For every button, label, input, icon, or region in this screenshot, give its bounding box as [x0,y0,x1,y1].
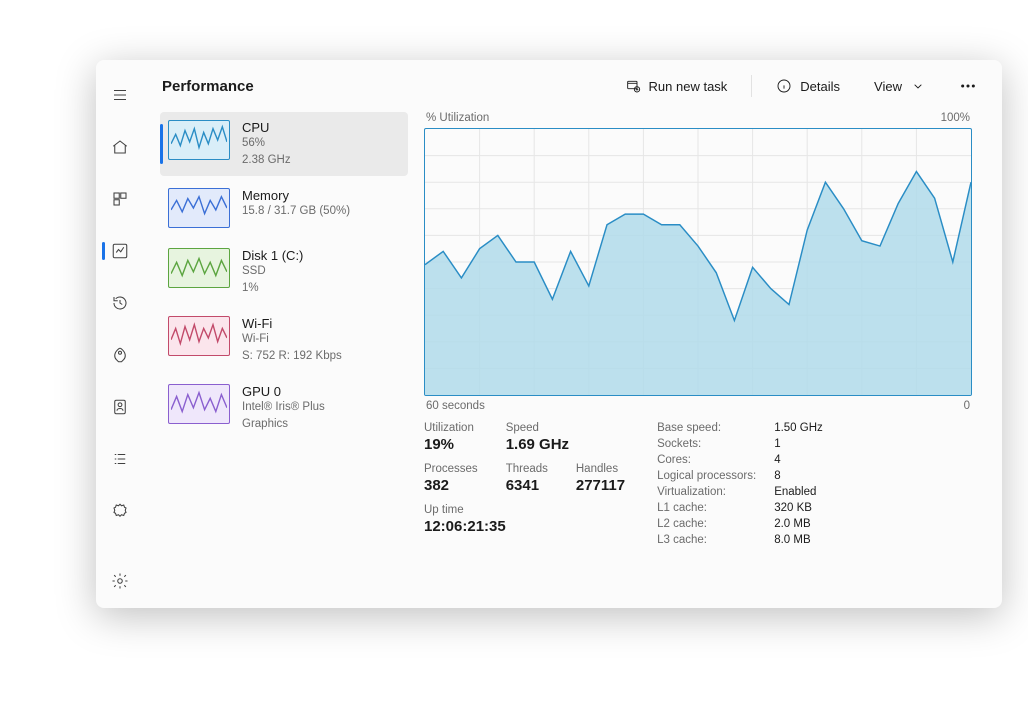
stats-left: Utilization 19% Speed 1.69 GHz Processes… [424,422,625,546]
chart-ylabel: % Utilization [426,112,489,124]
processes-icon[interactable] [100,182,140,216]
stat-value: 1 [774,438,823,450]
sidebar-item-label: Disk 1 (C:) [242,248,303,263]
performance-icon[interactable] [100,234,140,268]
sidebar-item-cpu[interactable]: CPU 56% 2.38 GHz [160,112,408,176]
nav-rail [96,60,144,608]
content: Performance Run new task Details View [144,60,1002,608]
chevron-down-icon [910,78,926,94]
run-task-icon [625,78,641,94]
sidebar-item-gpu[interactable]: GPU 0 Intel® Iris® Plus Graphics [160,376,408,440]
view-dropdown[interactable]: View [864,72,936,100]
stat-utilization: Utilization 19% [424,422,478,453]
stat-handles: Handles 277117 [576,463,625,494]
stat-label: L2 cache: [657,518,756,530]
run-new-task-button[interactable]: Run new task [615,72,738,100]
page-title: Performance [162,78,254,95]
stat-value: Enabled [774,486,823,498]
more-button[interactable] [950,78,986,94]
stat-value: 8.0 MB [774,534,823,546]
settings-icon[interactable] [100,564,140,598]
memory-spark-icon [168,188,230,228]
sidebar-item-label: GPU 0 [242,384,325,399]
sidebar-item-memory[interactable]: Memory 15.8 / 31.7 GB (50%) [160,180,408,236]
stat-value: 1.50 GHz [774,422,823,434]
sidebar-item-label: Wi-Fi [242,316,342,331]
stat-value: 2.0 MB [774,518,823,530]
services-icon[interactable] [100,494,140,528]
stat-label: Virtualization: [657,486,756,498]
main-pane: % Utilization 100% 60 seconds 0 [418,112,1002,608]
wifi-spark-icon [168,316,230,356]
stat-value: 8 [774,470,823,482]
chart-xlabel-left: 60 seconds [426,400,485,412]
cpu-utilization-chart [424,128,972,396]
disk-spark-icon [168,248,230,288]
ellipsis-icon [960,84,976,88]
stat-uptime: Up time 12:06:21:35 [424,504,625,535]
home-icon[interactable] [100,130,140,164]
details-icon[interactable] [100,442,140,476]
task-manager-window: Performance Run new task Details View [96,60,1002,608]
sidebar-item-disk[interactable]: Disk 1 (C:) SSD 1% [160,240,408,304]
cpu-spark-icon [168,120,230,160]
stat-processes: Processes 382 [424,463,478,494]
sidebar-item-label: CPU [242,120,291,135]
sidebar-item-label: Memory [242,188,350,203]
stat-label: L3 cache: [657,534,756,546]
stat-label: Cores: [657,454,756,466]
stat-label: Logical processors: [657,470,756,482]
stat-threads: Threads 6341 [506,463,548,494]
chart-ymax: 100% [941,112,970,124]
gpu-spark-icon [168,384,230,424]
users-icon[interactable] [100,390,140,424]
resource-list: CPU 56% 2.38 GHz Memory 15.8 / 31.7 GB (… [148,112,418,608]
details-button[interactable]: Details [766,72,850,100]
header: Performance Run new task Details View [144,60,1002,112]
stat-label: Base speed: [657,422,756,434]
startup-icon[interactable] [100,338,140,372]
stat-speed: Speed 1.69 GHz [506,422,625,453]
stat-label: Sockets: [657,438,756,450]
stat-value: 4 [774,454,823,466]
sidebar-item-wifi[interactable]: Wi-Fi Wi-Fi S: 752 R: 192 Kbps [160,308,408,372]
stat-label: L1 cache: [657,502,756,514]
info-icon [776,78,792,94]
hamburger-icon[interactable] [100,78,140,112]
stat-value: 320 KB [774,502,823,514]
stats-right: Base speed: 1.50 GHz Sockets: 1 Cores: 4 Logic… [657,422,823,546]
chart-xlabel-right: 0 [964,400,970,412]
history-icon[interactable] [100,286,140,320]
